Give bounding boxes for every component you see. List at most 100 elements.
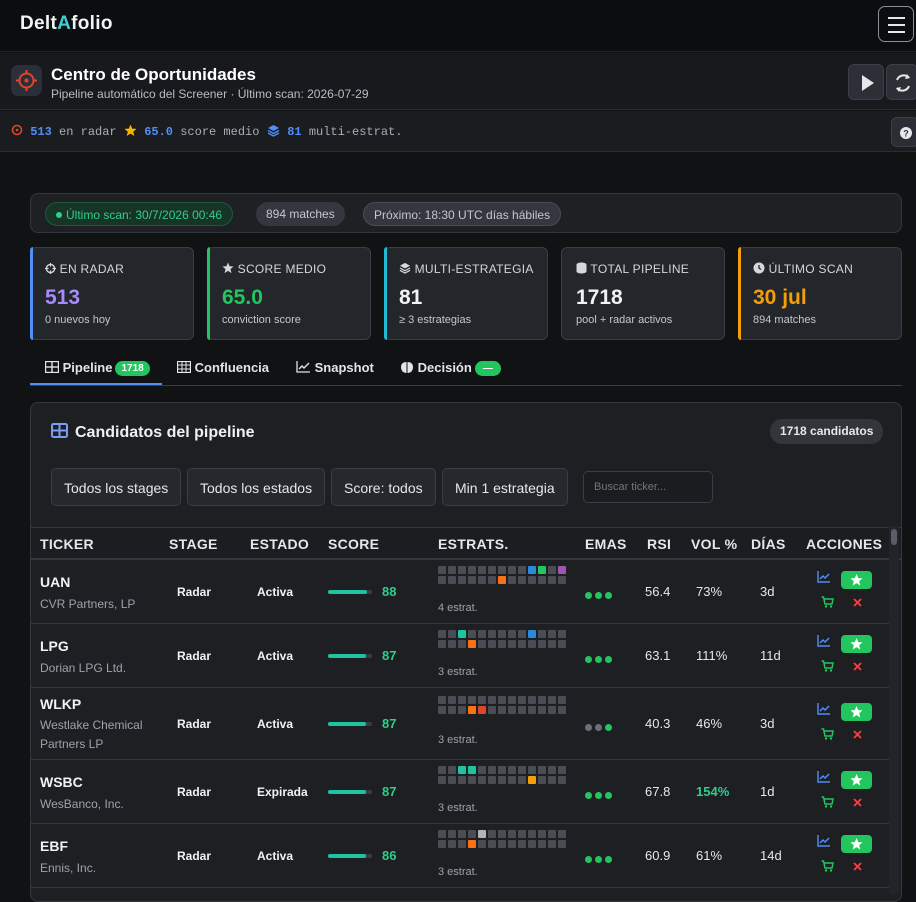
company-name: Ennis, Inc. [40,861,97,875]
watchlist-star-button[interactable] [841,703,872,721]
strategy-filter[interactable]: Min 1 estrategia [442,468,568,506]
estado-label: Activa [257,649,294,663]
close-icon[interactable] [853,862,862,871]
table-row[interactable]: EBF Ennis, Inc. Radar Activa 86 3 estrat. 60.9… [31,824,891,888]
close-icon[interactable] [853,730,862,739]
close-icon[interactable] [853,598,862,607]
rsi-value: 56.4 [645,584,671,599]
pipeline-panel: Candidatos del pipeline 1718 candidatos … [30,402,902,902]
score-value: 87 [382,716,397,731]
refresh-button[interactable] [886,64,916,100]
strategy-grid [438,696,566,714]
ticker-symbol[interactable]: LPG [40,638,69,654]
chart-icon[interactable] [817,635,831,647]
status-dot-icon [56,212,62,218]
chart-icon[interactable] [817,771,831,783]
table-scrollbar[interactable] [889,526,899,894]
table-icon [44,360,60,374]
cart-icon[interactable] [821,660,834,672]
col-score[interactable]: SCORE [328,536,379,552]
question-icon: ? [900,127,912,139]
table-row[interactable]: WLKP Westlake Chemical Partners LP Radar Ac… [31,688,891,760]
chart-icon[interactable] [817,571,831,583]
run-scan-button[interactable] [848,64,884,100]
stage-filter[interactable]: Todos los stages [51,468,182,506]
strategy-grid [438,630,566,648]
col-dias[interactable]: DÍAS [751,536,786,552]
stage-label: Radar [177,849,212,863]
watchlist-star-button[interactable] [841,771,872,789]
menu-toggle-button[interactable] [878,6,914,42]
vol-value: 73% [696,584,723,599]
ema-indicators [585,719,615,734]
score-bar [328,790,372,794]
ticker-symbol[interactable]: EBF [40,838,68,854]
app-logo[interactable]: DeltAfolio [20,13,113,35]
radar-stat: 513 en radar [11,124,117,139]
close-icon[interactable] [853,798,862,807]
col-estrats[interactable]: ESTRATS. [438,536,509,552]
strategy-grid [438,830,566,848]
cart-icon[interactable] [821,860,834,872]
company-name: Westlake Chemical Partners LP [40,718,143,751]
col-vol[interactable]: VOL % [691,536,737,552]
ticker-symbol[interactable]: WSBC [40,774,83,790]
table-row[interactable]: WSBC WesBanco, Inc. Radar Expirada 87 3 estra… [31,760,891,824]
star-icon [850,574,863,586]
tab-confluencia[interactable]: Confluencia [176,360,269,375]
rsi-value: 40.3 [645,716,671,731]
top-navbar: DeltAfolio [0,0,916,52]
watchlist-star-button[interactable] [841,571,872,589]
col-estado[interactable]: ESTADO [250,536,309,552]
ema-indicators [585,651,615,666]
strategy-grid [438,566,566,584]
tab-decision[interactable]: Decisión — [400,360,501,376]
ticker-search-input[interactable] [583,471,713,503]
ema-indicators [585,851,615,866]
crosshair-icon [45,263,56,274]
last-scan-pill: Último scan: 30/7/2026 00:46 [45,202,234,226]
crosshair-icon [11,124,23,136]
col-ticker[interactable]: TICKER [40,536,94,552]
close-icon[interactable] [853,662,862,671]
ema-indicators [585,787,615,802]
vol-value: 154% [696,784,730,799]
score-value: 88 [382,584,397,599]
star-icon [222,262,234,274]
table-row[interactable]: UAN CVR Partners, LP Radar Activa 88 4 estrat… [31,560,891,624]
stage-label: Radar [177,585,212,599]
score-bar-fill [328,722,366,726]
cart-icon[interactable] [821,796,834,808]
watchlist-star-button[interactable] [841,635,872,653]
help-button[interactable]: ? [891,117,916,147]
card-score-medio: SCORE MEDIO 65.0 conviction score [207,247,371,340]
cart-icon[interactable] [821,728,834,740]
estado-filter[interactable]: Todos los estados [187,468,326,506]
table-header: TICKER STAGE ESTADO SCORE ESTRATS. EMAS … [31,527,901,560]
star-icon [850,838,863,850]
chart-icon[interactable] [817,703,831,715]
score-filter[interactable]: Score: todos [331,468,436,506]
card-multi-estrategia: MULTI-ESTRATEGIA 81 ≥ 3 estrategias [384,247,548,340]
watchlist-star-button[interactable] [841,835,872,853]
strategy-count: 3 estrat. [438,866,478,878]
col-acciones: ACCIONES [806,536,883,552]
ticker-symbol[interactable]: UAN [40,574,70,590]
svg-text:?: ? [903,129,909,139]
panel-title: Candidatos del pipeline [75,424,255,441]
tab-snapshot[interactable]: Snapshot [296,360,374,375]
view-tabs: Pipeline 1718 Confluencia Snapshot Decisi… [30,352,902,386]
brain-icon [401,362,413,373]
col-rsi[interactable]: RSI [647,536,671,552]
table-row[interactable]: LPG Dorian LPG Ltd. Radar Activa 87 3 estrat.… [31,624,891,688]
col-stage[interactable]: STAGE [169,536,218,552]
company-name: WesBanco, Inc. [40,797,124,811]
chart-icon[interactable] [817,835,831,847]
dias-value: 1d [760,784,775,799]
star-icon [850,774,863,786]
ticker-symbol[interactable]: WLKP [40,696,81,712]
cart-icon[interactable] [821,596,834,608]
col-emas[interactable]: EMAS [585,536,627,552]
tab-pipeline[interactable]: Pipeline 1718 [44,360,150,376]
dias-value: 14d [760,848,782,863]
